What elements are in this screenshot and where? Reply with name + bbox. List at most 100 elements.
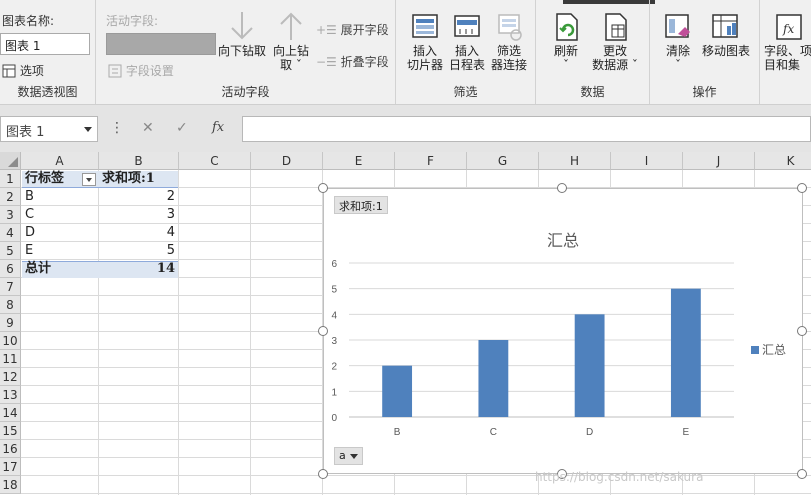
x-tick-label: C — [490, 427, 497, 438]
insert-timeline-button[interactable]: 插入 日程表 — [446, 12, 488, 72]
pivot-item-label[interactable]: B — [22, 188, 37, 206]
drill-up-icon — [280, 12, 302, 40]
formula-input[interactable] — [242, 116, 811, 142]
row-header[interactable]: 6 — [0, 260, 21, 278]
row-header[interactable]: 12 — [0, 368, 21, 386]
clear-icon — [665, 14, 690, 38]
row-header[interactable]: 17 — [0, 458, 21, 476]
row-header[interactable]: 13 — [0, 386, 21, 404]
chart-axis-field-button[interactable]: a — [334, 447, 363, 465]
pivot-item-value[interactable]: 5 — [99, 242, 178, 260]
enter-icon[interactable]: ✓ — [176, 120, 188, 136]
options-button[interactable]: 选项 — [2, 62, 44, 79]
row-header[interactable]: 4 — [0, 224, 21, 242]
refresh-button[interactable]: 刷新 ˇ — [546, 12, 586, 72]
row-header[interactable]: 7 — [0, 278, 21, 296]
y-tick-label: 6 — [331, 259, 337, 270]
column-header[interactable]: G — [467, 152, 539, 170]
row-header[interactable]: 3 — [0, 206, 21, 224]
bar — [670, 288, 701, 417]
pivot-item-label[interactable]: C — [22, 206, 37, 224]
row-label-filter-button[interactable] — [82, 173, 96, 186]
pivot-item-value[interactable]: 3 — [99, 206, 178, 224]
row-header[interactable]: 5 — [0, 242, 21, 260]
row-header[interactable]: 14 — [0, 404, 21, 422]
resize-handle-top-right[interactable] — [797, 183, 807, 193]
pivot-item-value[interactable]: 2 — [99, 188, 178, 206]
insert-function-icon[interactable]: fx — [212, 120, 224, 135]
filter-connections-button[interactable]: 筛选 器连接 — [488, 12, 530, 72]
pivot-sum-header[interactable]: 求和项:1 — [99, 170, 158, 188]
field-settings-label: 字段设置 — [125, 64, 174, 78]
cancel-icon[interactable]: ✕ — [142, 120, 154, 136]
resize-handle-top[interactable] — [557, 183, 567, 193]
name-box[interactable]: 图表 1 — [0, 116, 98, 142]
field-list-button[interactable]: fx 字段、项 目和集 — [764, 12, 811, 72]
pivot-chart[interactable]: 求和项:1 汇总 0123456BCDE 汇总 a — [323, 188, 803, 474]
column-header[interactable]: C — [179, 152, 251, 170]
drill-down-button[interactable]: 向下钻取 — [216, 10, 268, 58]
move-chart-button[interactable]: 移动图表 — [698, 12, 754, 58]
legend-label: 汇总 — [761, 343, 786, 357]
column-header[interactable]: E — [323, 152, 395, 170]
y-tick-label: 3 — [331, 336, 337, 347]
column-header[interactable]: A — [21, 152, 99, 170]
pivot-item-value[interactable]: 4 — [99, 224, 178, 242]
active-field-input[interactable] — [106, 33, 216, 55]
pivot-item-label[interactable]: E — [22, 242, 36, 260]
resize-handle-bottom-right[interactable] — [797, 469, 807, 479]
pivot-row-label-header[interactable]: 行标签 — [22, 170, 67, 188]
insert-slicer-label-2: 切片器 — [406, 58, 443, 72]
field-settings-icon — [108, 64, 122, 78]
filter-connections-label-2: 器连接 — [490, 58, 527, 72]
row-header[interactable]: 1 — [0, 170, 21, 188]
pivot-total-label[interactable]: 总计 — [22, 260, 54, 278]
row-header[interactable]: 9 — [0, 314, 21, 332]
more-options-icon[interactable]: ⋮ — [110, 120, 124, 136]
row-header[interactable]: 18 — [0, 476, 21, 494]
bar — [478, 340, 509, 417]
column-header[interactable]: K — [755, 152, 811, 170]
pivotchart-group-label: 数据透视图 — [17, 85, 78, 99]
chart-name-field[interactable]: 图表 1 — [0, 33, 90, 55]
x-tick-label: E — [683, 427, 690, 438]
resize-handle-bottom-left[interactable] — [318, 469, 328, 479]
clear-button[interactable]: 清除 ˇ — [658, 12, 698, 72]
chart-plot-area[interactable]: 0 1 2 3 4 5 6 B C D E — [324, 189, 804, 475]
collapse-field-button[interactable]: −☰ 折叠字段 — [316, 53, 389, 70]
resize-handle-right[interactable] — [797, 326, 807, 336]
row-header[interactable]: 2 — [0, 188, 21, 206]
field-list-label-1: 字段、项 — [764, 44, 811, 58]
drill-up-button[interactable]: 向上钻 取 ˇ — [268, 10, 314, 72]
row-header[interactable]: 8 — [0, 296, 21, 314]
field-settings-button[interactable]: 字段设置 — [108, 62, 174, 79]
row-header[interactable]: 16 — [0, 440, 21, 458]
spreadsheet-grid[interactable]: ABCDEFGHIJK 1 2 3 4 5 6 7 8 9 10 11 12 13 14 15 16 17 18 … — [0, 152, 811, 495]
data-group-label: 数据 — [580, 85, 605, 99]
row-header[interactable]: 15 — [0, 422, 21, 440]
pivot-total-value[interactable]: 14 — [99, 260, 178, 278]
filter-connections-label-1: 筛选 — [496, 44, 521, 58]
row-header[interactable]: 10 — [0, 332, 21, 350]
move-chart-label: 移动图表 — [701, 44, 750, 58]
chart-legend[interactable]: 汇总 — [750, 341, 786, 358]
column-header[interactable]: I — [611, 152, 683, 170]
resize-handle-left[interactable] — [318, 326, 328, 336]
column-header[interactable]: F — [395, 152, 467, 170]
expand-field-button[interactable]: +☰ 展开字段 — [316, 21, 389, 38]
name-box-dropdown-icon[interactable] — [84, 127, 92, 132]
ribbon: 图表名称: 图表 1 选项 数据透视图 活动字段: 字段设置 向下钻取 向上钻 … — [0, 0, 811, 104]
insert-slicer-button[interactable]: 插入 切片器 — [404, 12, 446, 72]
pivot-item-label[interactable]: D — [22, 224, 38, 242]
row-header[interactable]: 11 — [0, 350, 21, 368]
filter-connections-icon — [498, 14, 522, 41]
change-data-source-button[interactable]: 更改 数据源 ˇ — [588, 12, 642, 72]
column-header[interactable]: H — [539, 152, 611, 170]
select-all-corner[interactable] — [0, 152, 21, 170]
column-header[interactable]: D — [251, 152, 323, 170]
column-header[interactable]: J — [683, 152, 755, 170]
column-header[interactable]: B — [99, 152, 179, 170]
drill-down-label: 向下钻取 — [217, 44, 266, 58]
column-gridline — [178, 170, 179, 495]
resize-handle-top-left[interactable] — [318, 183, 328, 193]
